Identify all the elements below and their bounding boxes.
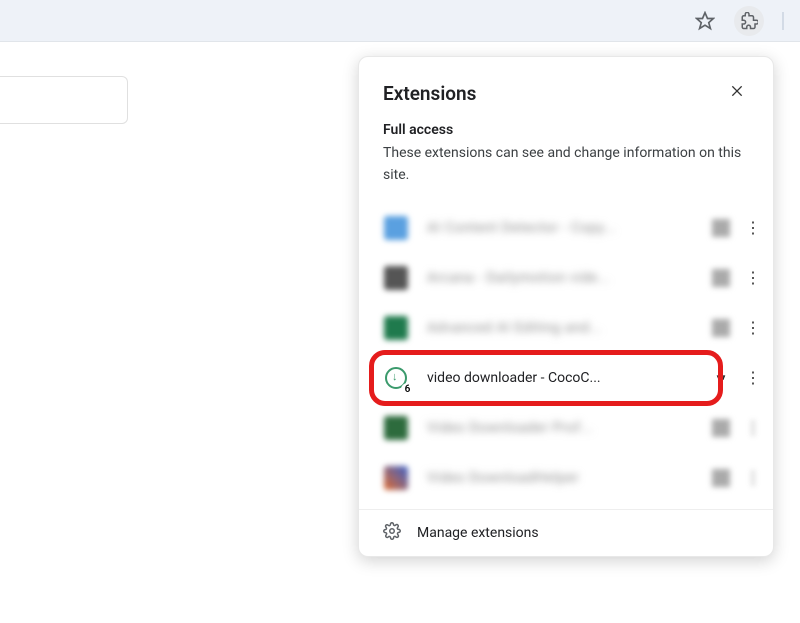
divider [782, 12, 784, 30]
manage-extensions-label: Manage extensions [417, 525, 539, 541]
popup-header: Extensions [359, 57, 773, 122]
extension-name: AI Content Detector - Copy... [427, 220, 701, 236]
more-icon[interactable]: ⋮ [741, 416, 765, 440]
access-section-desc: These extensions can see and change info… [383, 142, 749, 187]
extension-name: Advanced AI Editing and... [427, 320, 701, 336]
extensions-puzzle-icon[interactable] [734, 6, 764, 36]
pin-icon[interactable] [709, 466, 733, 490]
extension-row[interactable]: Video DownloadHelper ⋮ [359, 453, 773, 503]
gear-icon [383, 522, 401, 544]
browser-toolbar [0, 0, 800, 42]
extension-row[interactable]: Advanced AI Editing and... ⋮ [359, 303, 773, 353]
badge-count: 6 [401, 383, 414, 396]
more-icon[interactable]: ⋮ [741, 366, 765, 390]
extension-row-highlighted[interactable]: 6 video downloader - CocoC... ⋮ [359, 353, 773, 403]
extensions-popup: Extensions Full access These extensions … [358, 56, 774, 557]
extension-row[interactable]: AI Content Detector - Copy... ⋮ [359, 203, 773, 253]
extension-name: Video Downloader Prof... [427, 420, 701, 436]
more-icon[interactable]: ⋮ [741, 266, 765, 290]
extension-icon [383, 265, 409, 291]
extension-icon: 6 [383, 365, 409, 391]
close-icon[interactable] [725, 79, 749, 108]
pin-icon[interactable] [709, 366, 733, 390]
pin-icon[interactable] [709, 266, 733, 290]
popup-title: Extensions [383, 82, 476, 105]
extension-icon [383, 465, 409, 491]
extension-row[interactable]: Video Downloader Prof... ⋮ [359, 403, 773, 453]
extensions-list: AI Content Detector - Copy... ⋮ Arcana -… [359, 197, 773, 509]
access-section-title: Full access [383, 122, 749, 138]
pin-icon[interactable] [709, 316, 733, 340]
more-icon[interactable]: ⋮ [741, 216, 765, 240]
access-section: Full access These extensions can see and… [359, 122, 773, 197]
bookmark-star-icon[interactable] [690, 6, 720, 36]
extension-icon [383, 315, 409, 341]
more-icon[interactable]: ⋮ [741, 466, 765, 490]
pin-icon[interactable] [709, 416, 733, 440]
toolbar-icons [690, 6, 784, 36]
extension-name: video downloader - CocoC... [427, 370, 701, 386]
page-panel-fragment [0, 76, 128, 124]
extension-icon [383, 215, 409, 241]
pin-icon[interactable] [709, 216, 733, 240]
manage-extensions-button[interactable]: Manage extensions [359, 509, 773, 556]
extension-row[interactable]: Arcana - Dailymotion vide... ⋮ [359, 253, 773, 303]
extension-icon [383, 415, 409, 441]
extension-name: Video DownloadHelper [427, 470, 701, 486]
extension-name: Arcana - Dailymotion vide... [427, 270, 701, 286]
more-icon[interactable]: ⋮ [741, 316, 765, 340]
